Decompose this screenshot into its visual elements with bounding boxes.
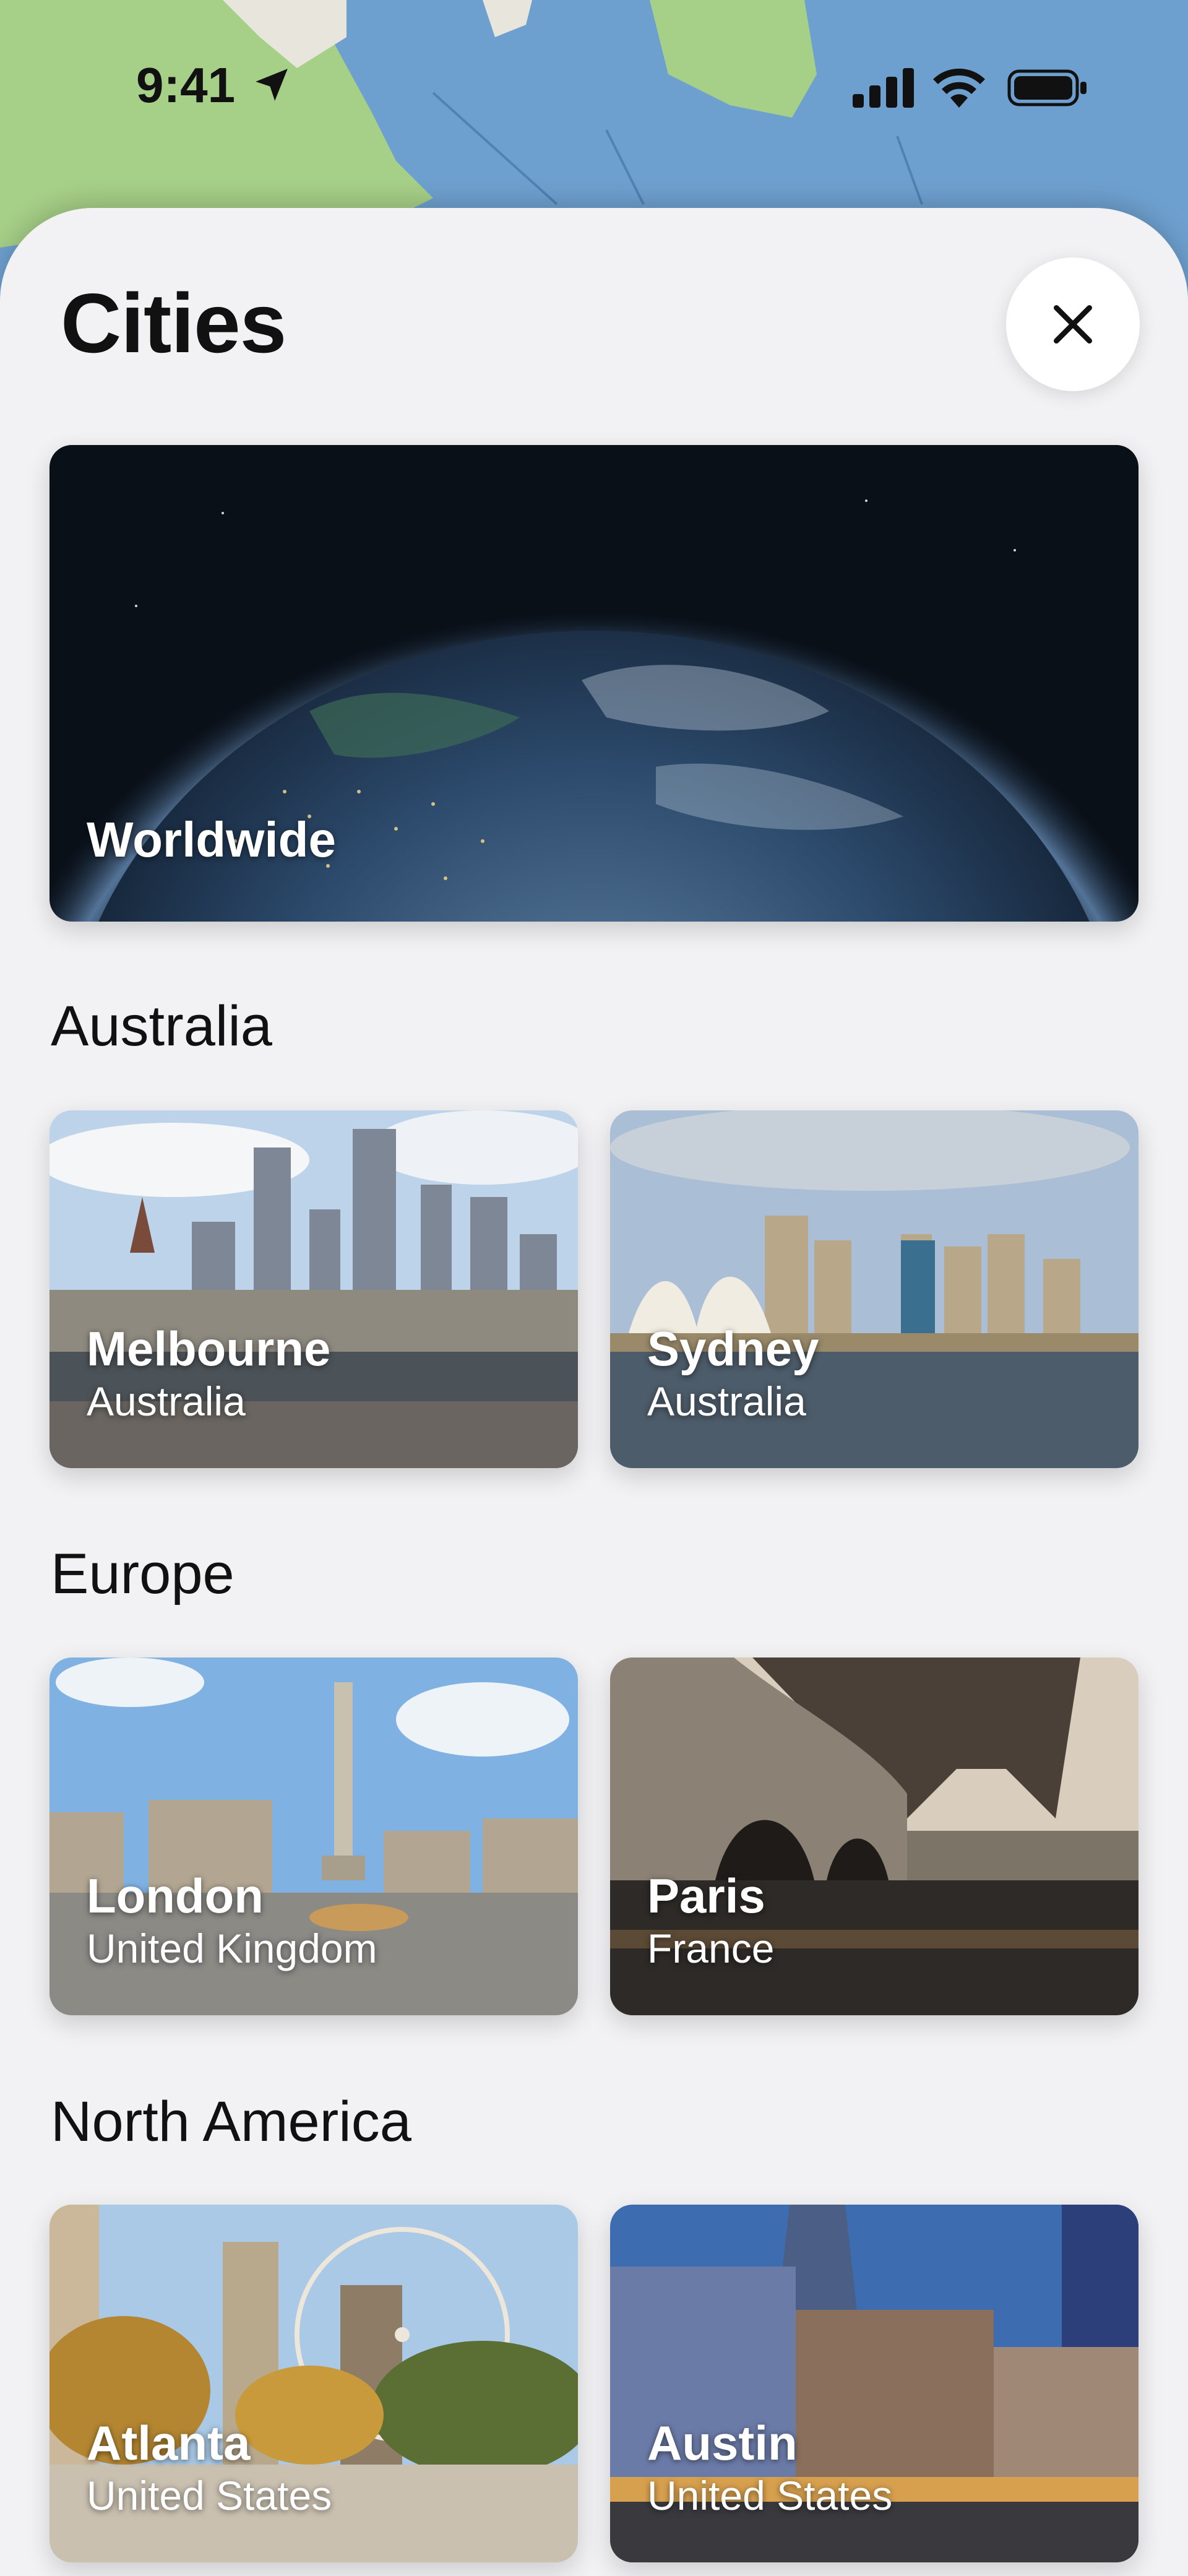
city-name: London — [87, 1869, 264, 1923]
city-card-sydney[interactable]: Sydney Australia — [610, 1110, 1138, 1468]
close-icon — [1054, 305, 1092, 344]
battery-icon — [1007, 69, 1087, 106]
close-button[interactable] — [1006, 257, 1140, 391]
section-title-australia: Australia — [51, 995, 272, 1058]
cities-sheet: Cities Worldwide Australia Melbourne Aus… — [0, 208, 1188, 2576]
city-card-london[interactable]: London United Kingdom — [50, 1658, 578, 2015]
city-card-melbourne[interactable]: Melbourne Australia — [50, 1110, 578, 1468]
city-card-paris[interactable]: Paris France — [610, 1658, 1138, 2015]
worldwide-card[interactable]: Worldwide — [50, 445, 1138, 922]
city-country: Australia — [647, 1378, 806, 1424]
city-name: Austin — [647, 2416, 798, 2470]
city-name: Paris — [647, 1869, 765, 1923]
section-title-north-america: North America — [51, 2090, 411, 2153]
status-time: 9:41 — [136, 58, 236, 113]
city-name: Atlanta — [87, 2416, 251, 2470]
page-title: Cities — [61, 276, 286, 370]
city-name: Melbourne — [87, 1321, 331, 1376]
card-title: Worldwide — [87, 812, 336, 867]
city-card-atlanta[interactable]: Atlanta United States — [50, 2205, 578, 2562]
city-country: United States — [87, 2473, 332, 2518]
city-card-austin[interactable]: Austin United States — [610, 2205, 1138, 2562]
location-arrow-icon — [256, 69, 288, 101]
city-country: United Kingdom — [87, 1926, 377, 1971]
city-country: United States — [647, 2473, 893, 2518]
city-country: Australia — [87, 1378, 246, 1424]
city-name: Sydney — [647, 1321, 819, 1376]
section-title-europe: Europe — [51, 1542, 235, 1606]
status-bar: 9:41 — [0, 0, 1188, 173]
city-country: France — [647, 1926, 775, 1971]
wifi-icon — [933, 68, 985, 108]
cellular-signal-icon — [853, 68, 914, 108]
